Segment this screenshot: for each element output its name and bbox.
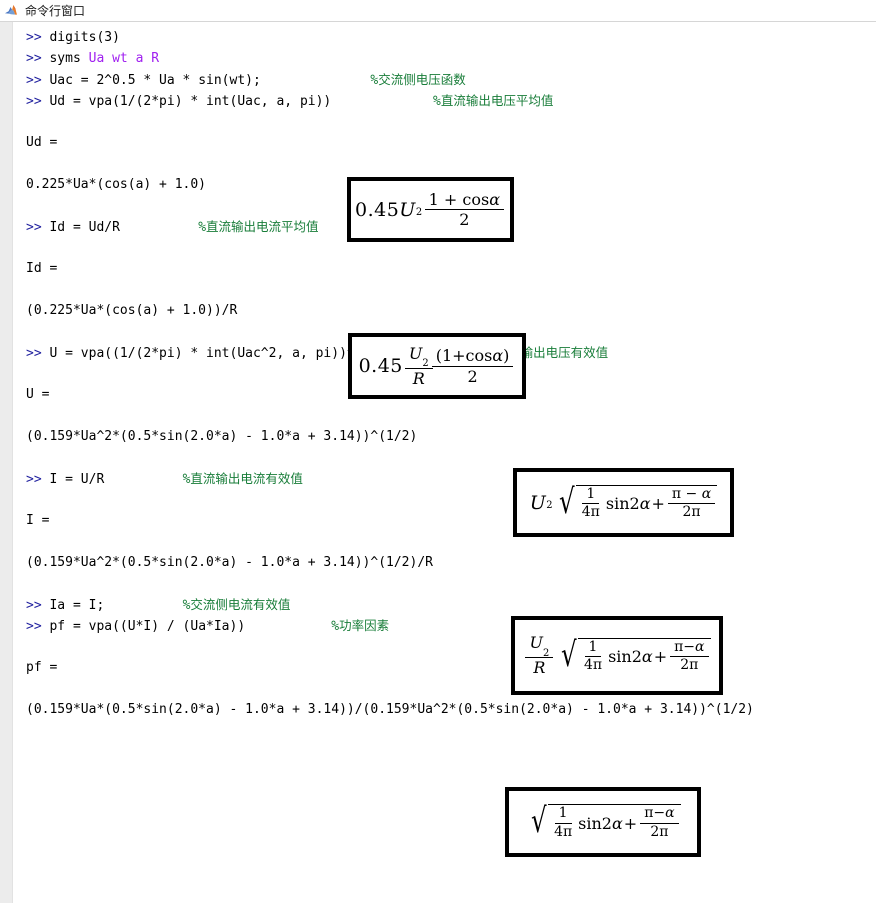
code-comment: %交流侧电压函数 [370, 72, 466, 88]
prompt-marker: >> [26, 598, 50, 613]
prompt-marker: >> [26, 94, 50, 109]
console-line: >> Uac = 2^0.5 * Ua * sin(wt); %交流侧电压函数 [13, 69, 876, 90]
console-line: >> Ud = vpa(1/(2*pi) * int(Uac, a, pi)) … [13, 90, 876, 111]
prompt-marker: >> [26, 346, 50, 361]
console-line: >> syms Ua wt a R [13, 48, 876, 69]
formula-box-ud: 0.45 U 2 1 + cosα 2 [347, 177, 514, 242]
console-line: Ud = [13, 132, 876, 153]
formula-box-pf: √ 1 4π sin2α + π−α 2π [505, 787, 701, 857]
prompt-marker: >> [26, 220, 50, 235]
code-comment: %功率因素 [331, 618, 390, 634]
code-text: Id = [26, 261, 58, 276]
code-text: syms [49, 51, 89, 66]
matlab-membrane-icon [4, 3, 20, 19]
formula-pf-content: √ 1 4π sin2α + π−α 2π [525, 804, 681, 839]
code-text: pf = vpa((U*I) / (Ua*Ia)) [49, 619, 246, 634]
formula-ud-content: 0.45 U 2 1 + cosα 2 [355, 190, 506, 228]
formula-box-i: U2 R √ 1 4π sin2α + π−α 2π [511, 616, 723, 695]
code-text: U = [26, 387, 50, 402]
console-line: Id = [13, 258, 876, 279]
code-text: Id = Ud/R [49, 220, 120, 235]
code-text: Ud = [26, 135, 58, 150]
code-comment: %直流输出电压平均值 [433, 93, 554, 109]
console-line: (0.225*Ua*(cos(a) + 1.0))/R [13, 300, 876, 321]
code-text: (0.159*Ua^2*(0.5*sin(2.0*a) - 1.0*a + 3.… [26, 429, 418, 444]
console-line: (0.159*Ua^2*(0.5*sin(2.0*a) - 1.0*a + 3.… [13, 552, 876, 573]
code-comment: %交流侧电流有效值 [182, 597, 291, 613]
code-text: (0.225*Ua*(cos(a) + 1.0))/R [26, 303, 238, 318]
formula-u-content: U2 √ 1 4π sin2α + π − α 2π [530, 485, 718, 520]
prompt-marker: >> [26, 73, 50, 88]
window-title-bar: 命令行窗口 [0, 0, 876, 22]
code-text: I = [26, 513, 50, 528]
console-line: I = [13, 510, 876, 531]
console-line: pf = [13, 657, 876, 678]
code-text: I = U/R [49, 472, 105, 487]
code-text: (0.159*Ua^2*(0.5*sin(2.0*a) - 1.0*a + 3.… [26, 555, 433, 570]
console-line: (0.159*Ua*(0.5*sin(2.0*a) - 1.0*a + 3.14… [13, 699, 876, 720]
code-text: Ia = I; [49, 598, 105, 613]
console-line: >> pf = vpa((U*I) / (Ua*Ia)) %功率因素 [13, 615, 876, 636]
formula-box-id: 0.45 U2 R (1+cosα) 2 [348, 333, 526, 399]
code-comment: %直流输出电流平均值 [198, 219, 319, 235]
formula-id-content: 0.45 U2 R (1+cosα) 2 [359, 345, 516, 387]
code-text: U = vpa((1/(2*pi) * int(Uac^2, a, pi))^0… [49, 346, 387, 361]
symbolic-variable-list: Ua wt a R [88, 51, 160, 66]
console-line: >> digits(3) [13, 27, 876, 48]
left-gutter [0, 22, 13, 903]
console-line: >> Ia = I; %交流侧电流有效值 [13, 594, 876, 615]
prompt-marker: >> [26, 30, 50, 45]
code-text: digits(3) [49, 30, 120, 45]
formula-box-u: U2 √ 1 4π sin2α + π − α 2π [513, 468, 734, 537]
code-text: 0.225*Ua*(cos(a) + 1.0) [26, 177, 207, 192]
window-title-label: 命令行窗口 [25, 3, 86, 18]
prompt-marker: >> [26, 619, 50, 634]
console-line: (0.159*Ua^2*(0.5*sin(2.0*a) - 1.0*a + 3.… [13, 426, 876, 447]
code-comment: %直流输出电流有效值 [182, 471, 303, 487]
prompt-marker: >> [26, 51, 50, 66]
console-output-area[interactable]: >> digits(3) >> syms Ua wt a R >> Uac = 2^… [13, 22, 876, 903]
code-text: (0.159*Ua*(0.5*sin(2.0*a) - 1.0*a + 3.14… [26, 702, 754, 717]
console-line: >> I = U/R %直流输出电流有效值 [13, 468, 876, 489]
code-text: Uac = 2^0.5 * Ua * sin(wt); [49, 73, 261, 88]
formula-i-content: U2 R √ 1 4π sin2α + π−α 2π [523, 634, 711, 677]
code-text: pf = [26, 660, 58, 675]
code-text: Ud = vpa(1/(2*pi) * int(Uac, a, pi)) [49, 94, 332, 109]
command-window[interactable]: >> digits(3) >> syms Ua wt a R >> Uac = 2^… [0, 22, 876, 903]
prompt-marker: >> [26, 472, 50, 487]
